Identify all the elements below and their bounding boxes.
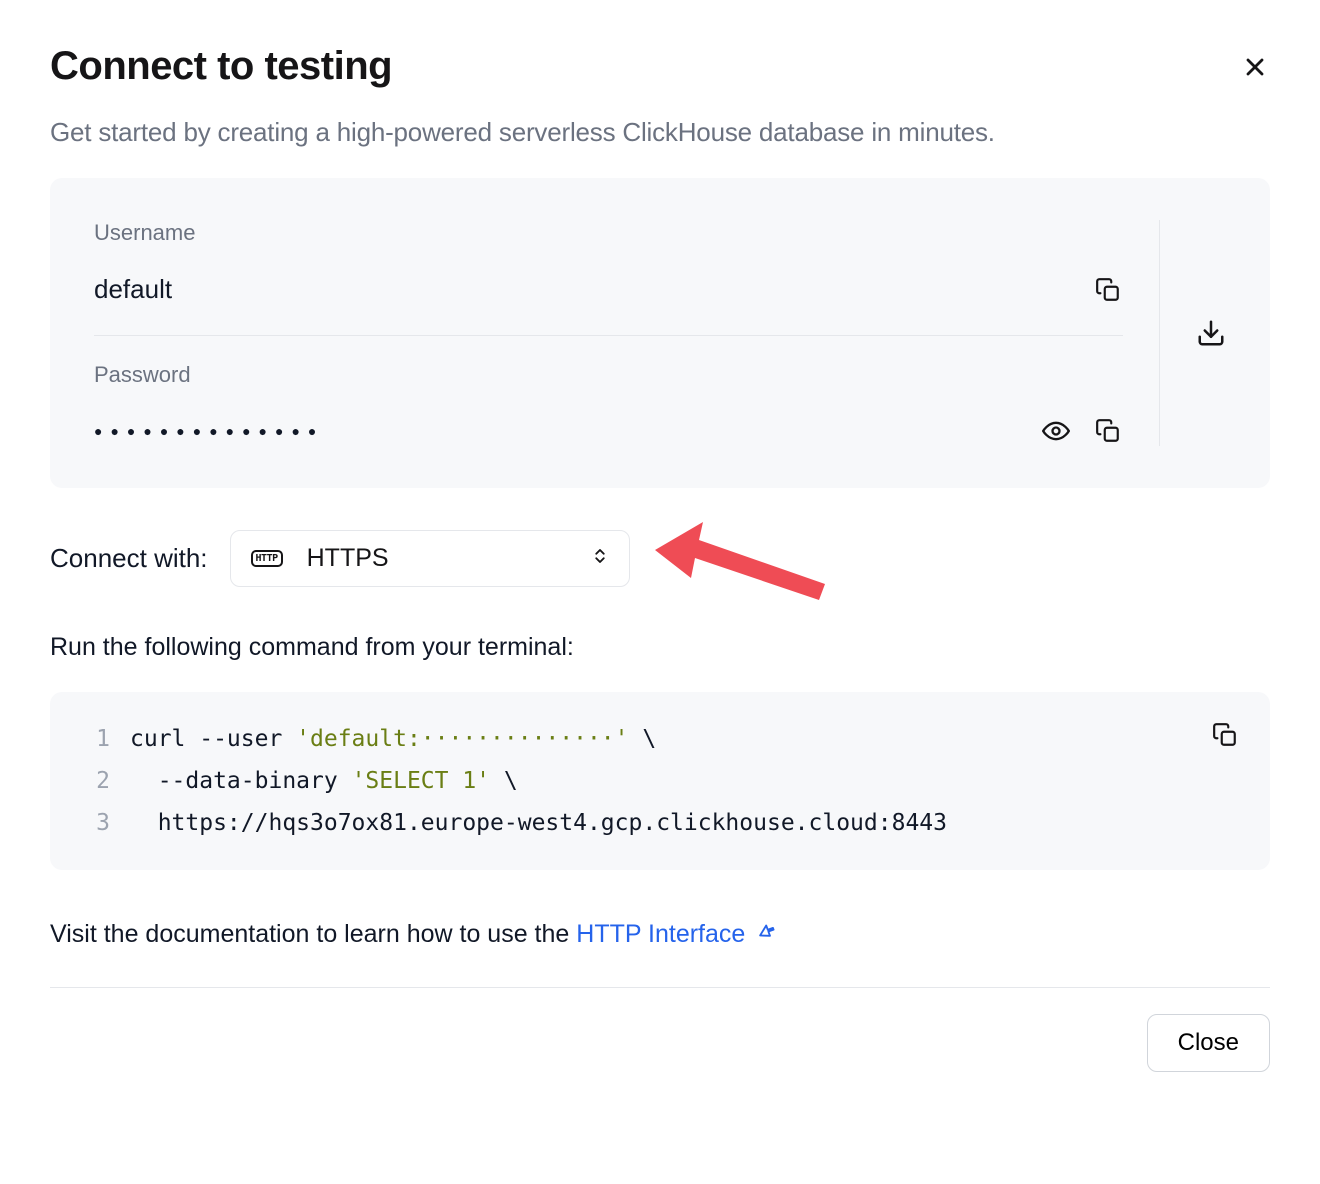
download-credentials-button[interactable] [1196,318,1226,348]
divider [50,987,1270,988]
annotation-arrow-icon [655,500,835,610]
divider [94,335,1123,336]
code-line: 3 https://hqs3o7ox81.europe-west4.gcp.cl… [80,802,1240,844]
code-line: 1 curl --user 'default:··············' \ [80,718,1240,760]
copy-username-button[interactable] [1093,275,1123,305]
username-value: default [94,274,1071,305]
http-interface-link[interactable]: HTTP Interface [576,920,778,948]
external-link-icon [756,922,778,944]
connect-with-label: Connect with: [50,543,208,574]
close-icon[interactable] [1240,52,1270,82]
credentials-panel: Username default Password ●●●●●●●●●●●●●● [50,178,1270,488]
copy-password-button[interactable] [1093,416,1123,446]
page-title: Connect to testing [50,44,392,89]
username-label: Username [94,220,1123,246]
page-subtitle: Get started by creating a high-powered s… [50,117,1270,148]
http-icon: HTTP [251,550,283,567]
connect-with-select[interactable]: HTTP HTTPS [230,530,630,587]
connect-with-value: HTTPS [307,544,567,573]
chevron-up-down-icon [591,547,609,570]
password-value: ●●●●●●●●●●●●●● [94,423,1019,439]
close-button[interactable]: Close [1147,1014,1270,1072]
password-label: Password [94,362,1123,388]
instruction-text: Run the following command from your term… [50,633,1270,662]
reveal-password-button[interactable] [1041,416,1071,446]
code-block: 1 curl --user 'default:··············' \… [50,692,1270,870]
docs-text: Visit the documentation to learn how to … [50,920,1270,949]
code-line: 2 --data-binary 'SELECT 1' \ [80,760,1240,802]
copy-code-button[interactable] [1210,720,1240,750]
divider [1159,220,1160,446]
